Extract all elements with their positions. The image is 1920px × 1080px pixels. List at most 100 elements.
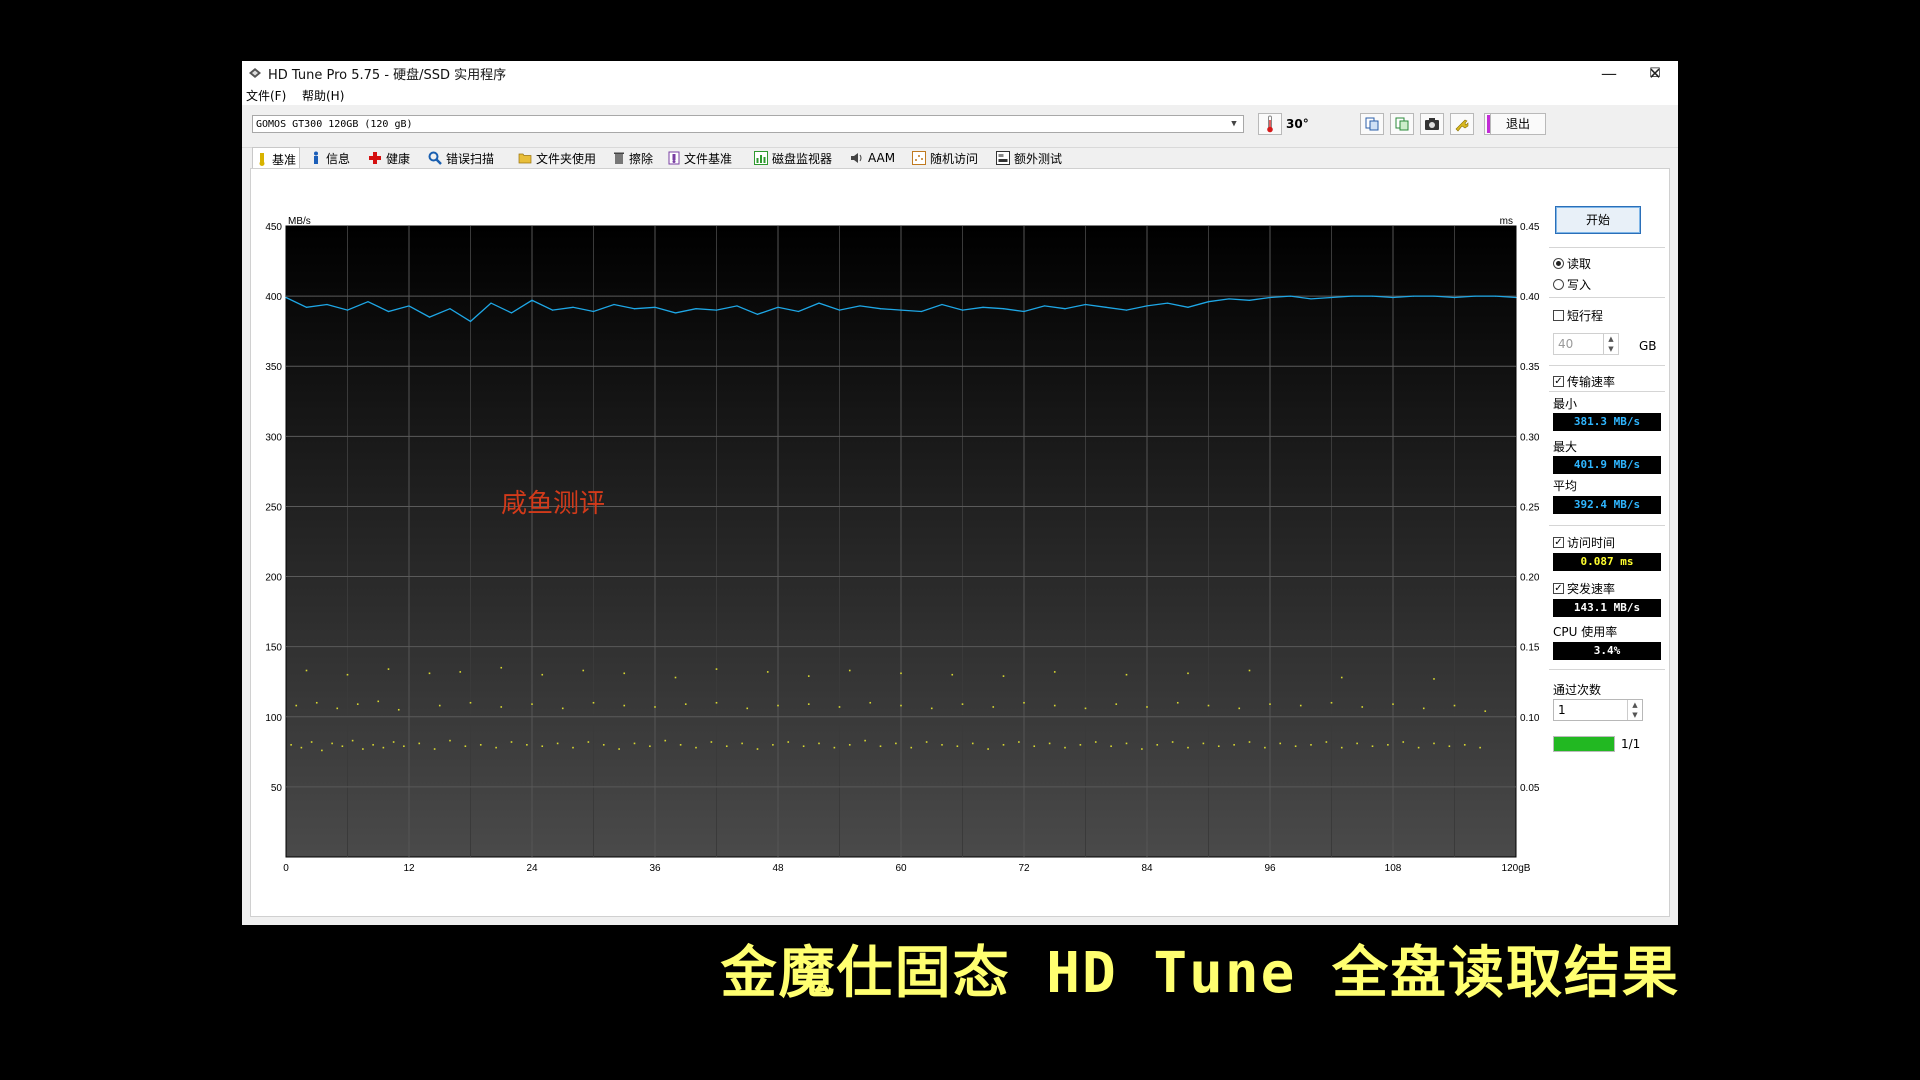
access-time-point (1233, 744, 1235, 746)
screenshot-button[interactable] (1420, 113, 1444, 135)
write-radio[interactable]: 写入 (1553, 276, 1591, 293)
y-tick-label: 50 (271, 783, 283, 794)
passes-label: 通过次数 (1553, 683, 1602, 697)
tab-info[interactable]: 信息 (310, 148, 350, 168)
random-access-icon (912, 151, 926, 165)
tab-file-benchmark[interactable]: 文件基准 (668, 148, 732, 168)
temperature-button[interactable] (1258, 113, 1282, 135)
access-time-point (382, 746, 385, 749)
thermometer-icon (1267, 115, 1273, 133)
access-time-point (1202, 742, 1205, 745)
passes-input[interactable]: 1 ▲ ▼ (1553, 699, 1643, 721)
pass-progress-fill (1554, 737, 1614, 751)
transfer-rate-point (920, 310, 923, 313)
spinner-arrows-icon[interactable]: ▲ ▼ (1627, 700, 1642, 720)
transfer-rate-checkbox[interactable]: ✓ 传输速率 (1553, 373, 1615, 390)
access-time-point (1002, 744, 1005, 746)
access-time-point (715, 668, 718, 670)
transfer-rate-point (1207, 301, 1210, 303)
transfer-rate-point (408, 305, 410, 307)
tab-disk-monitor[interactable]: 磁盘监视器 (754, 148, 832, 168)
burst-rate-checkbox[interactable]: ✓ 突发速率 (1553, 580, 1615, 597)
access-time-point (1453, 704, 1456, 707)
access-time-point (526, 744, 528, 746)
access-time-point (1171, 741, 1174, 743)
cpu-usage-readout: 3.4% (1553, 642, 1661, 660)
y2-tick-label: 0.05 (1520, 783, 1540, 794)
temperature-value: 30° (1286, 117, 1309, 131)
speaker-icon (851, 153, 862, 163)
tab-bar: 基准 信息 健康 错误扫描 文件夹使用 擦除 文件基准 磁盘监视器 AAM 随机… (250, 147, 1670, 170)
tab-label: 信息 (326, 151, 351, 166)
transfer-rate-point (1453, 296, 1456, 299)
max-label: 最大 (1553, 440, 1578, 454)
exit-button[interactable]: 退出 (1490, 113, 1546, 135)
spinner-arrows-icon[interactable]: ▲ ▼ (1603, 334, 1618, 354)
transfer-rate-point (900, 309, 902, 311)
y2-tick-label: 0.20 (1520, 573, 1540, 584)
access-time-point (838, 706, 841, 708)
tab-error-scan[interactable]: 错误扫描 (428, 148, 494, 168)
access-time-point (925, 741, 928, 743)
menu-file[interactable]: 文件(F) (246, 87, 286, 104)
access-time-point (377, 700, 380, 703)
minimize-button[interactable]: — (1586, 61, 1632, 85)
access-time-point (1125, 742, 1128, 745)
access-time-point (315, 701, 318, 704)
options-button[interactable] (1450, 113, 1474, 135)
error-scan-icon (428, 151, 442, 165)
y2-tick-label: 0.25 (1520, 502, 1540, 513)
tab-health[interactable]: 健康 (368, 148, 410, 168)
access-time-point (951, 673, 954, 676)
hdtune-window: HD Tune Pro 5.75 - 硬盘/SSD 实用程序 — ☐ ✕ 文件(… (242, 61, 1678, 925)
pass-progress-text: 1/1 (1621, 737, 1641, 751)
access-time-point (623, 672, 626, 675)
drive-select[interactable]: GOMOS GT300 120GB (120 gB) ▼ (252, 115, 1244, 133)
extra-test-icon (996, 151, 1010, 165)
start-button[interactable]: 开始 (1555, 206, 1641, 234)
access-time-point (971, 742, 974, 745)
tab-erase[interactable]: 擦除 (613, 148, 653, 168)
x-tick-label: 60 (895, 863, 907, 874)
drive-select-value: GOMOS GT300 120GB (120 gB) (256, 119, 413, 130)
transfer-rate-point (572, 306, 574, 308)
transfer-rate-point (1084, 303, 1087, 306)
access-time-point (1110, 745, 1112, 748)
access-time-point (848, 669, 851, 672)
access-time-point (336, 707, 339, 710)
copy-info-button[interactable] (1390, 113, 1414, 135)
copy-text-button[interactable] (1360, 113, 1384, 135)
access-time-checkbox[interactable]: ✓ 访问时间 (1553, 534, 1615, 551)
transfer-rate-point (531, 299, 533, 301)
tab-aam[interactable]: AAM (850, 148, 895, 168)
transfer-rate-point (1002, 308, 1005, 310)
transfer-rate-point (1125, 309, 1128, 311)
short-stroke-checkbox[interactable]: 短行程 (1553, 307, 1603, 324)
separator (1549, 391, 1665, 392)
y-tick-label: 150 (265, 643, 282, 654)
access-time-point (807, 703, 810, 705)
access-time-point (787, 741, 790, 743)
close-button[interactable]: ✕ (1632, 61, 1678, 85)
access-time-point (1279, 742, 1282, 745)
transfer-rate-point (428, 316, 431, 318)
avg-label: 平均 (1553, 479, 1578, 493)
tab-folder-usage[interactable]: 文件夹使用 (518, 148, 596, 168)
y2-tick-label: 0.30 (1520, 432, 1540, 443)
tab-random-access[interactable]: 随机访问 (912, 148, 978, 168)
short-stroke-input[interactable]: 40 ▲ ▼ (1553, 333, 1619, 355)
access-time-point (300, 746, 303, 749)
access-time-point (1433, 678, 1435, 680)
file-benchmark-icon (668, 151, 680, 165)
access-time-point (428, 672, 431, 675)
tab-extra-tests[interactable]: 额外测试 (996, 148, 1062, 168)
read-radio[interactable]: 读取 (1553, 255, 1591, 272)
access-time-point (961, 703, 964, 705)
y-tick-label: 250 (265, 502, 282, 513)
tab-benchmark[interactable]: 基准 (252, 147, 301, 170)
menu-help[interactable]: 帮助(H) (302, 87, 344, 104)
transfer-rate-point (982, 306, 984, 308)
separator (1549, 247, 1665, 248)
access-time-point (1463, 744, 1466, 746)
wrench-icon (1455, 119, 1469, 132)
